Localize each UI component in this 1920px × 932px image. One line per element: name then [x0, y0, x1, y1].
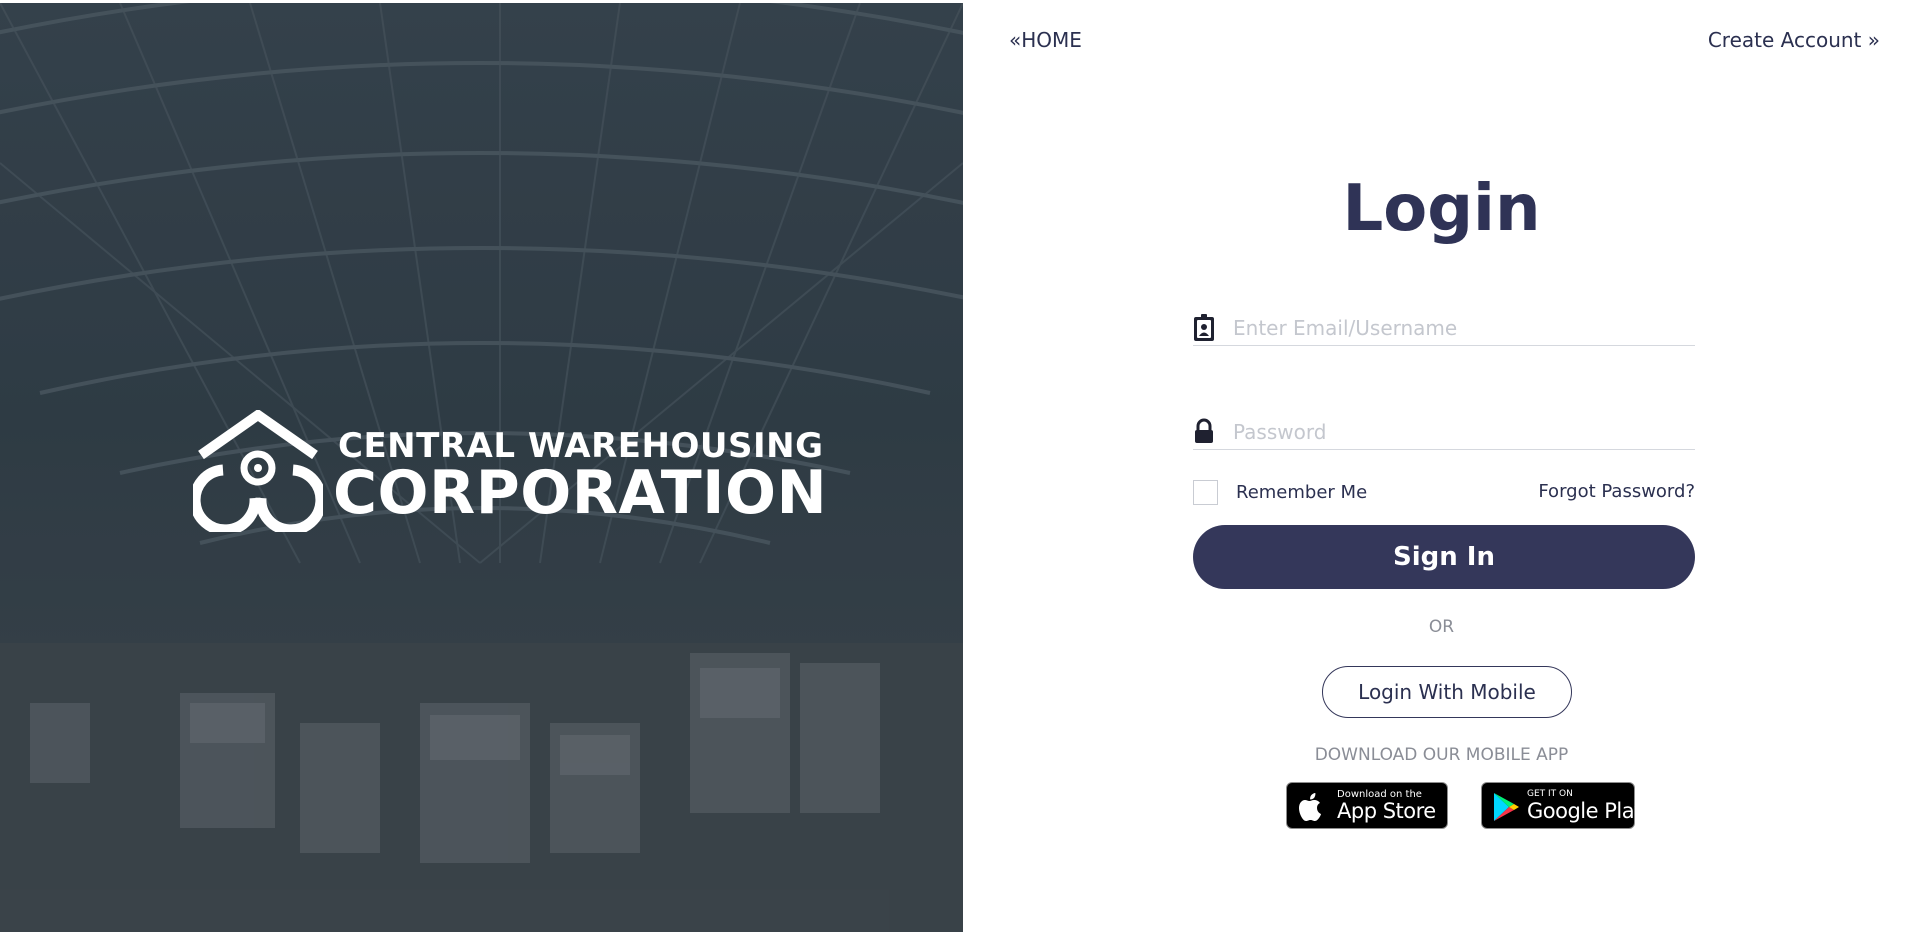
- remember-me: Remember Me: [1193, 479, 1367, 505]
- lock-icon: [1195, 418, 1213, 443]
- sign-in-button[interactable]: Sign In: [1193, 525, 1695, 589]
- home-link[interactable]: «HOME: [1009, 28, 1082, 52]
- hero-panel: CENTRAL WAREHOUSING CORPORATION: [0, 3, 963, 932]
- create-account-link[interactable]: Create Account »: [1708, 28, 1880, 52]
- login-panel: «HOME Create Account » Login Remember Me: [963, 0, 1920, 932]
- logo-line2: CORPORATION: [333, 458, 828, 528]
- warehouse-logo-icon: [193, 410, 323, 532]
- company-logo: CENTRAL WAREHOUSING CORPORATION: [193, 410, 827, 532]
- id-badge-icon: [1194, 314, 1214, 341]
- remember-me-checkbox[interactable]: [1193, 479, 1218, 505]
- download-heading: DOWNLOAD OUR MOBILE APP: [1314, 745, 1569, 765]
- app-store-text: App Store: [1337, 799, 1436, 823]
- login-page: CENTRAL WAREHOUSING CORPORATION «HOME Cr…: [0, 0, 1920, 932]
- google-play-badge[interactable]: GET IT ON Google Play: [1481, 782, 1647, 829]
- password-input[interactable]: [1233, 416, 1693, 448]
- forgot-password-link[interactable]: Forgot Password?: [1538, 481, 1695, 502]
- email-field: [1193, 312, 1695, 346]
- google-play-small-text: GET IT ON: [1527, 789, 1573, 799]
- login-with-mobile-button[interactable]: Login With Mobile: [1322, 666, 1572, 718]
- remember-me-label[interactable]: Remember Me: [1236, 482, 1367, 503]
- google-play-text: Google Play: [1527, 799, 1647, 823]
- or-divider: OR: [1428, 617, 1455, 637]
- password-field: [1193, 416, 1695, 450]
- apple-icon: [1299, 793, 1321, 821]
- email-input[interactable]: [1233, 312, 1693, 344]
- google-play-icon: [1494, 793, 1519, 821]
- app-store-badge[interactable]: Download on the App Store: [1286, 782, 1448, 829]
- page-title: Login: [1342, 172, 1541, 246]
